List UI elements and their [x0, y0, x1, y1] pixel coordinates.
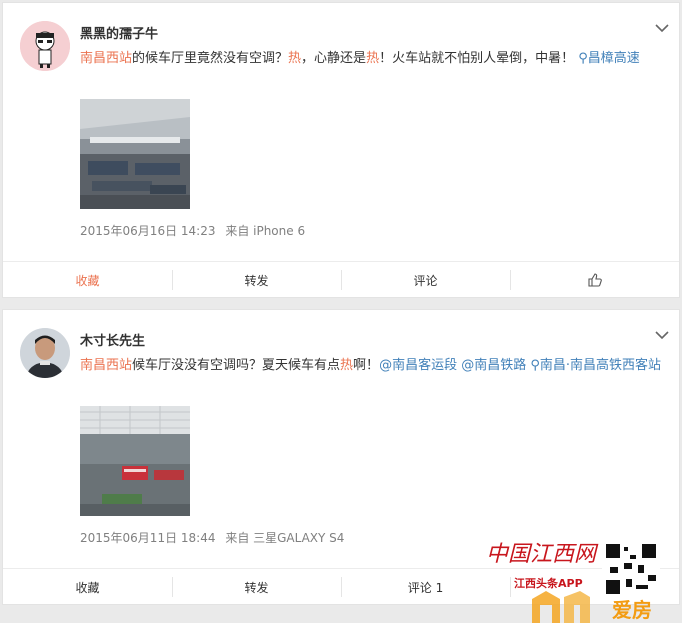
chevron-down-icon[interactable] [655, 330, 669, 340]
post-image[interactable] [80, 406, 190, 516]
chevron-down-icon[interactable] [655, 23, 669, 33]
weibo-post: 木寸长先生 南昌西站候车厅没没有空调吗？夏天候车有点热啊！@南昌客运段 @南昌铁… [2, 309, 680, 605]
favorite-button[interactable]: 收藏 [3, 262, 172, 298]
repost-button[interactable]: 转发 [172, 262, 341, 298]
like-button[interactable] [510, 262, 679, 298]
username[interactable]: 黑黑的孺子牛 [80, 23, 158, 42]
post-text-segment: 的候车厅里竟然没有空调？ [132, 51, 289, 66]
avatar[interactable] [20, 21, 70, 71]
post-text-segment: 热 [340, 358, 354, 373]
post-source: 来自 三星GALAXY S4 [225, 531, 345, 545]
mention-link[interactable]: @南昌客运段 [379, 358, 457, 373]
post-text-segment: 啊！ [353, 358, 380, 373]
avatar[interactable] [20, 328, 70, 378]
post-text-segment: ，心静还是 [301, 51, 367, 66]
thumbs-up-icon [587, 273, 602, 287]
post-time[interactable]: 2015年06月11日 18:44 [80, 531, 215, 545]
comment-button[interactable]: 评论 [341, 262, 510, 298]
post-image[interactable] [80, 99, 190, 209]
topic-link[interactable]: 南昌西站 [80, 51, 132, 66]
comment-button[interactable]: 评论 1 [341, 569, 510, 605]
topic-link[interactable]: 南昌西站 [80, 358, 132, 373]
post-text-segment: ！火车站就不怕别人晕倒，中暑！ [379, 51, 579, 66]
post-meta: 2015年06月16日 14:23 来自 iPhone 6 [80, 222, 311, 239]
post-text-segment: 热 [366, 51, 380, 66]
favorite-button[interactable]: 收藏 [3, 569, 172, 605]
username[interactable]: 木寸长先生 [80, 330, 145, 349]
mention-link[interactable]: @南昌铁路 [461, 358, 526, 373]
like-button[interactable] [510, 569, 679, 605]
repost-button[interactable]: 转发 [172, 569, 341, 605]
post-text-segment: 候车厅没没有空调吗？夏天候车有点 [132, 358, 341, 373]
post-text: 南昌西站的候车厅里竟然没有空调？热，心静还是热！火车站就不怕别人晕倒，中暑！ ⚲… [80, 46, 670, 71]
post-text: 南昌西站候车厅没没有空调吗？夏天候车有点热啊！@南昌客运段 @南昌铁路 ⚲南昌·… [80, 353, 670, 378]
mention-link[interactable]: ⚲南昌·南昌高铁西客站 [530, 358, 661, 373]
action-bar: 收藏 转发 评论 [3, 261, 679, 298]
post-time[interactable]: 2015年06月16日 14:23 [80, 224, 215, 238]
action-bar: 收藏 转发 评论 1 [3, 568, 679, 605]
mention-link[interactable]: ⚲昌樟高速 [578, 51, 640, 66]
post-source: 来自 iPhone 6 [225, 224, 306, 238]
post-meta: 2015年06月11日 18:44 来自 三星GALAXY S4 [80, 529, 350, 546]
weibo-post: 黑黑的孺子牛 南昌西站的候车厅里竟然没有空调？热，心静还是热！火车站就不怕别人晕… [2, 2, 680, 298]
post-text-segment: 热 [288, 51, 302, 66]
